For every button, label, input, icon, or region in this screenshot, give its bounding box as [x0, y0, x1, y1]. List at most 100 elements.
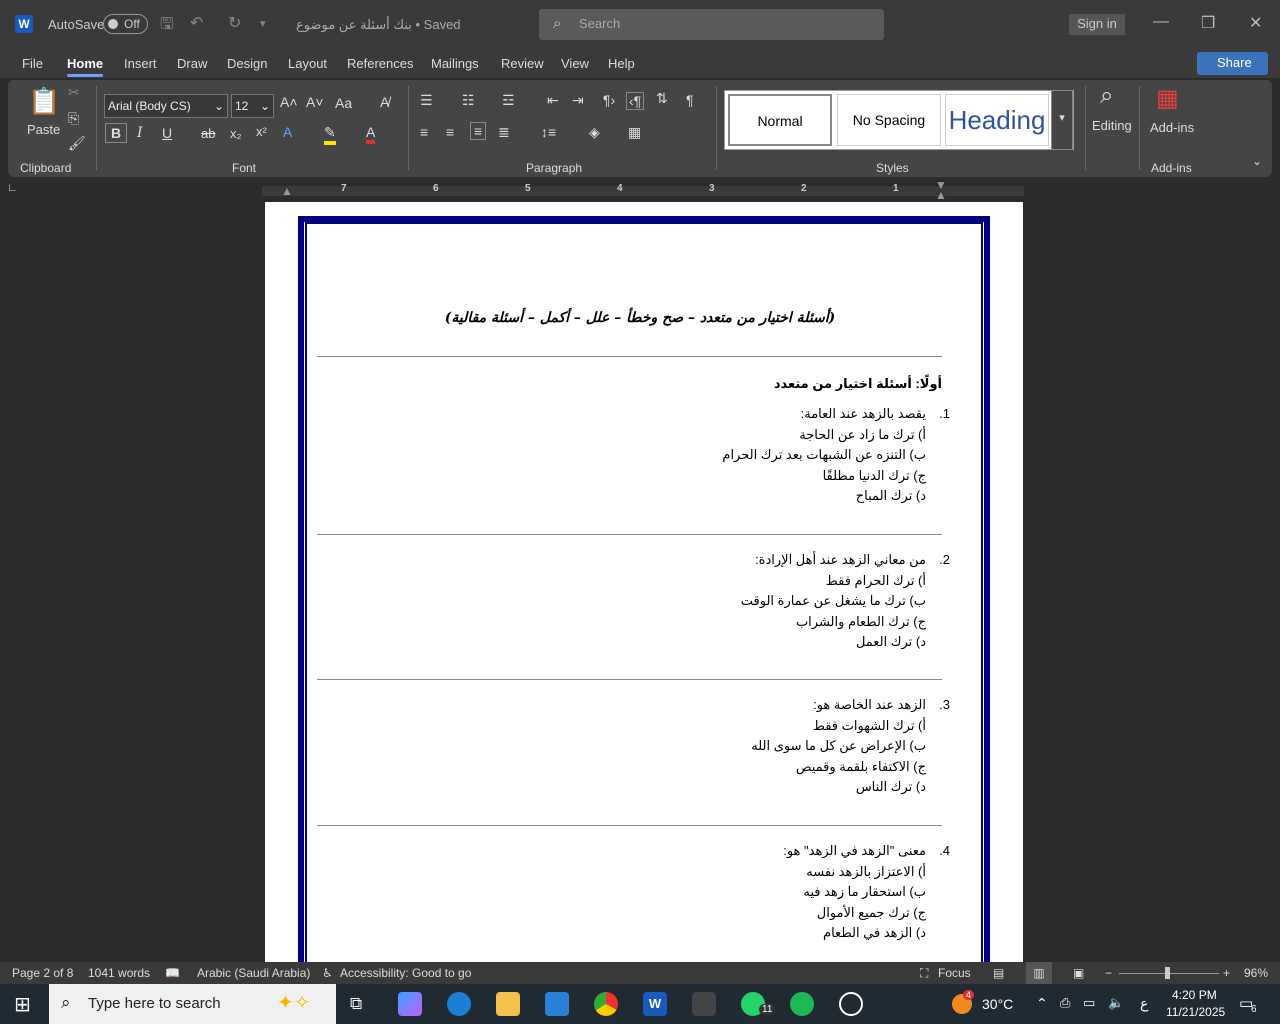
shrink-font-icon[interactable]: A˅ — [306, 94, 324, 110]
ltr-icon[interactable]: ¶› — [603, 92, 615, 108]
font-size-select[interactable]: 12 ⌄ — [231, 94, 274, 118]
tab-view[interactable]: View — [561, 56, 589, 71]
close-icon[interactable]: ✕ — [1249, 13, 1262, 33]
italic-button[interactable]: I — [137, 125, 143, 141]
spotify-icon[interactable] — [790, 992, 814, 1016]
tab-mailings[interactable]: Mailings — [431, 56, 479, 71]
multilevel-list-icon[interactable]: ☲ — [502, 92, 515, 109]
copilot-icon[interactable] — [398, 992, 422, 1016]
rtl-icon[interactable]: ‹¶ — [626, 92, 645, 110]
justify-icon[interactable]: ≣ — [498, 124, 510, 141]
addins-button[interactable]: Add-ins — [1150, 120, 1194, 135]
minimize-icon[interactable]: — — [1153, 13, 1169, 31]
align-center-icon[interactable]: ≡ — [446, 124, 454, 140]
word-count[interactable]: 1041 words — [88, 966, 150, 980]
document-page[interactable]: (أسئلة اختيار من متعدد – صح وخطأ – علل –… — [265, 202, 1023, 962]
line-spacing-icon[interactable]: ↕≡ — [541, 124, 556, 140]
question-item[interactable]: 1. يقصد بالزهد عند العامة: أ) ترك ما زاد … — [722, 406, 950, 509]
clock-date[interactable]: 11/21/2025 — [1166, 1005, 1225, 1019]
bold-button[interactable]: B — [105, 123, 128, 143]
collapse-ribbon-icon[interactable]: ⌄ — [1252, 154, 1262, 168]
language-indicator[interactable]: Arabic (Saudi Arabia) — [197, 966, 310, 980]
question-item[interactable]: 2. من معاني الزهد عند أهل الإرادة: أ) ترك… — [741, 552, 950, 655]
tab-design[interactable]: Design — [227, 56, 267, 71]
right-indent-marker[interactable]: ▼ ▲ — [935, 179, 947, 201]
sort-icon[interactable]: ⇅ — [656, 90, 668, 107]
underline-button[interactable]: U — [162, 125, 172, 141]
subscript-button[interactable]: x₂ — [230, 126, 242, 141]
tab-selector-icon[interactable]: ∟ — [7, 182, 18, 194]
customize-toolbar-icon[interactable]: ▾ — [260, 17, 266, 30]
decrease-indent-icon[interactable]: ⇤ — [547, 92, 559, 109]
taskbar-search[interactable]: ⌕ Type here to search ✦✧ — [49, 984, 336, 1024]
font-color-icon[interactable]: A — [366, 124, 376, 144]
superscript-button[interactable]: x² — [256, 124, 267, 139]
align-left-icon[interactable]: ≡ — [420, 124, 428, 140]
redo-icon[interactable]: ↻ — [228, 13, 241, 33]
format-painter-icon[interactable]: 🖌 — [68, 135, 86, 152]
tab-file[interactable]: File — [22, 56, 43, 71]
windows-start-icon[interactable]: ⊞ — [14, 992, 31, 1017]
ruler-bar[interactable] — [262, 186, 1024, 196]
text-effects-icon[interactable]: A — [283, 124, 292, 140]
addins-icon[interactable]: ▦ — [1156, 84, 1179, 113]
print-layout-icon[interactable]: ▥ — [1026, 962, 1052, 984]
zoom-level[interactable]: 96% — [1244, 966, 1268, 980]
autosave-toggle[interactable]: Off — [103, 14, 148, 34]
change-case-button[interactable]: Aa — [335, 95, 352, 111]
network-icon[interactable]: ▭ — [1083, 995, 1095, 1011]
chrome-icon[interactable] — [594, 992, 618, 1016]
clear-formatting-icon[interactable]: A̸ — [380, 94, 389, 110]
tab-help[interactable]: Help — [608, 56, 635, 71]
strikethrough-button[interactable]: ab — [201, 126, 215, 141]
document-title[interactable]: بنك أسئلة عن موضوع • Saved — [296, 17, 461, 33]
read-mode-icon[interactable]: ▤ — [993, 966, 1004, 980]
tab-layout[interactable]: Layout — [288, 56, 327, 71]
focus-button[interactable]: Focus — [938, 966, 971, 980]
sign-in-button[interactable]: Sign in — [1069, 14, 1125, 35]
style-no-spacing[interactable]: No Spacing — [837, 94, 941, 146]
tab-references[interactable]: References — [347, 56, 413, 71]
document-heading[interactable]: (أسئلة اختيار من متعدد – صح وخطأ – علل –… — [325, 310, 955, 326]
tray-chevron-icon[interactable]: ⌃ — [1036, 995, 1048, 1012]
zoom-out-icon[interactable]: − — [1105, 966, 1112, 980]
word-taskbar-icon[interactable]: W — [643, 992, 667, 1016]
style-normal[interactable]: Normal — [728, 94, 832, 146]
temperature[interactable]: 30°C — [982, 996, 1013, 1012]
shading-icon[interactable]: ◈ — [589, 124, 600, 141]
style-heading[interactable]: Heading — [945, 94, 1049, 146]
tab-review[interactable]: Review — [501, 56, 544, 71]
show-marks-icon[interactable]: ¶ — [686, 92, 694, 108]
accessibility-status[interactable]: Accessibility: Good to go — [340, 966, 471, 980]
zoom-in-icon[interactable]: + — [1223, 966, 1230, 980]
input-language[interactable]: ع — [1140, 995, 1148, 1012]
tab-home[interactable]: Home — [67, 56, 104, 77]
cut-icon[interactable]: ✂ — [68, 84, 80, 101]
left-indent-marker[interactable]: ▲ — [281, 184, 293, 198]
increase-indent-icon[interactable]: ⇥ — [572, 92, 584, 109]
highlight-icon[interactable]: ✎ — [324, 124, 336, 145]
search-input[interactable]: ⌕ Search — [539, 9, 884, 40]
paste-icon[interactable]: 📋 — [28, 86, 60, 117]
proofing-icon[interactable]: 📖 — [165, 966, 180, 980]
question-item[interactable]: 4. معنى "الزهد في الزهد" هو: أ) الاعتزاز … — [783, 843, 950, 946]
share-button[interactable]: Share — [1197, 52, 1268, 75]
align-right-icon[interactable]: ≡ — [470, 122, 487, 140]
tab-insert[interactable]: Insert — [124, 56, 157, 71]
task-view-icon[interactable]: ⧉ — [350, 994, 362, 1014]
zoom-slider-thumb[interactable] — [1165, 967, 1170, 979]
font-family-select[interactable]: Arial (Body CS) ⌄ — [104, 94, 228, 118]
page-count[interactable]: Page 2 of 8 — [12, 966, 73, 980]
tab-draw[interactable]: Draw — [177, 56, 207, 71]
save-icon[interactable]: 🖫 — [160, 13, 174, 40]
meet-icon[interactable]: ⎙ — [1060, 995, 1070, 1011]
snipping-tool-icon[interactable] — [692, 992, 716, 1016]
section-title[interactable]: أولًا: أسئلة اختيار من متعدد — [774, 376, 942, 392]
chatgpt-icon[interactable] — [839, 992, 863, 1016]
edge-icon[interactable] — [447, 992, 471, 1016]
paste-button[interactable]: Paste — [27, 122, 60, 137]
volume-icon[interactable]: 🔈 — [1108, 995, 1124, 1011]
file-explorer-icon[interactable] — [496, 992, 520, 1016]
styles-more-button[interactable]: ▾ — [1051, 90, 1073, 150]
undo-icon[interactable]: ↶ — [190, 13, 203, 33]
